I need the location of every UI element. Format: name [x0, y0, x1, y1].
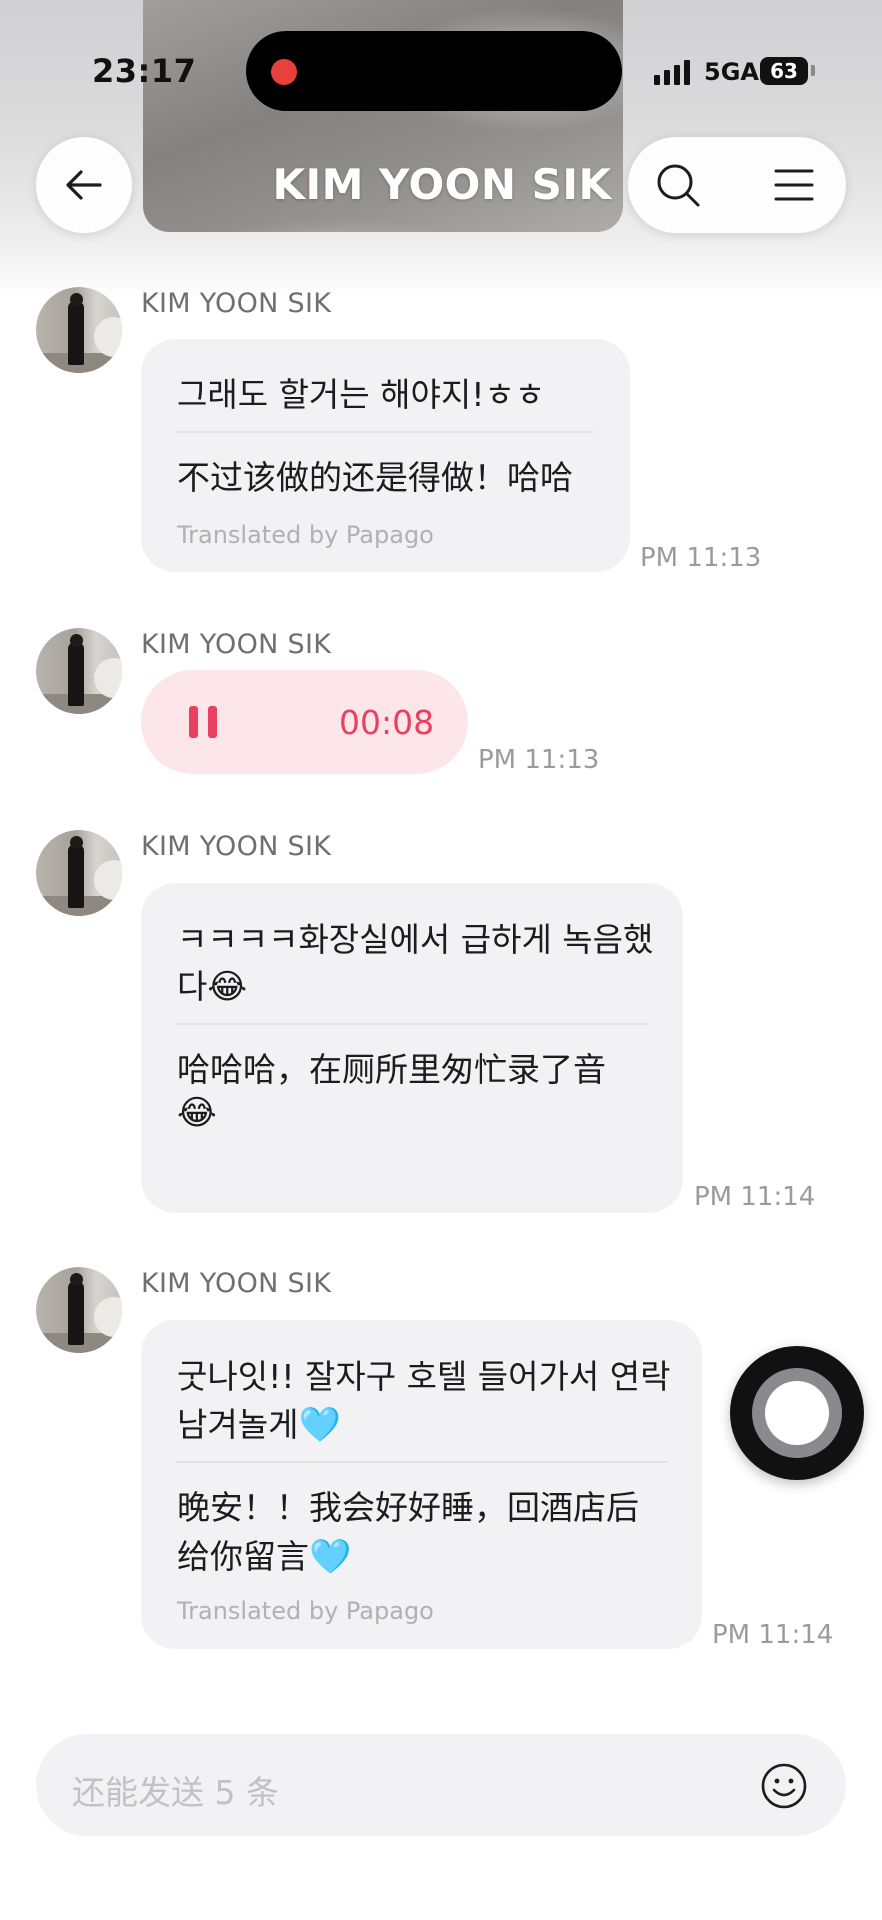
translation-credit: Translated by Papago [177, 1597, 434, 1625]
voice-message-bubble[interactable]: 00:08 [141, 670, 468, 774]
pause-icon[interactable] [189, 706, 219, 738]
original-text-line-2: 다😂 [177, 960, 247, 1008]
original-text-cont: 남겨놀게 [177, 1405, 299, 1444]
battery-icon: 63 [760, 57, 808, 85]
network-label: 5GA [704, 58, 759, 86]
sender-name: KIM YOON SIK [141, 629, 332, 660]
message-bubble[interactable]: 굿나잇!! 잘자구 호텔 들어가서 연락 남겨놀게🩵 晚安！！我会好好睡，回酒店… [141, 1320, 702, 1649]
voice-duration: 00:08 [339, 703, 435, 742]
avatar[interactable] [36, 1267, 122, 1353]
sender-name: KIM YOON SIK [141, 288, 332, 319]
translation-divider [177, 1023, 647, 1025]
signal-icon [654, 59, 690, 85]
search-icon[interactable] [654, 161, 702, 209]
translated-text-cont: 给你留言 [177, 1537, 309, 1576]
original-text: ㅋㅋㅋㅋ화장실에서 급하게 녹음했 [177, 920, 654, 959]
message-time: PM 11:13 [640, 543, 762, 573]
avatar[interactable] [36, 830, 122, 916]
avatar[interactable] [36, 628, 122, 714]
translated-text: 哈哈哈，在厕所里匆忙录了音 [177, 1050, 606, 1089]
menu-icon[interactable] [772, 163, 816, 207]
header-actions [628, 137, 846, 233]
original-text: 그래도 할거는 해야지!ㅎㅎ [177, 375, 546, 414]
record-dot-icon [271, 59, 297, 85]
avatar[interactable] [36, 287, 122, 373]
translated-text: 不过该做的还是得做！哈哈 [177, 458, 573, 497]
message-time: PM 11:14 [712, 1620, 834, 1650]
heart-emoji: 🩵 [298, 1405, 341, 1445]
message-input[interactable]: 还能发送 5 条 [36, 1734, 846, 1836]
original-text-cont: 다 [177, 967, 208, 1006]
laugh-emoji: 😂 [207, 967, 248, 1007]
original-text: 굿나잇!! 잘자구 호텔 들어가서 연락 [177, 1357, 671, 1396]
translated-text-line-2: 😂 [177, 1093, 217, 1132]
translation-divider [177, 1461, 668, 1463]
back-arrow-icon [66, 170, 102, 200]
input-placeholder: 还能发送 5 条 [72, 1773, 279, 1812]
translation-divider [177, 431, 594, 433]
dynamic-island [246, 31, 622, 111]
sender-name: KIM YOON SIK [141, 831, 332, 862]
translation-credit: Translated by Papago [177, 521, 434, 549]
battery-tip [811, 65, 815, 76]
laugh-emoji: 😂 [177, 1093, 217, 1133]
assistive-touch-button[interactable] [730, 1346, 864, 1480]
smiley-icon[interactable] [760, 1762, 808, 1810]
heart-emoji: 🩵 [309, 1537, 352, 1577]
message-bubble[interactable]: ㅋㅋㅋㅋ화장실에서 급하게 녹음했 다😂 哈哈哈，在厕所里匆忙录了音 😂 [141, 883, 683, 1213]
message-bubble[interactable]: 그래도 할거는 해야지!ㅎㅎ 不过该做的还是得做！哈哈 Translated b… [141, 339, 630, 572]
status-time: 23:17 [92, 52, 197, 90]
message-time: PM 11:13 [478, 745, 600, 775]
sender-name: KIM YOON SIK [141, 1268, 332, 1299]
translated-text-line-2: 给你留言🩵 [177, 1530, 351, 1578]
translated-text: 晚安！！我会好好睡，回酒店后 [177, 1488, 639, 1527]
back-button[interactable] [36, 137, 132, 233]
chat-title: KIM YOON SIK [272, 160, 612, 209]
original-text-line-2: 남겨놀게🩵 [177, 1398, 341, 1446]
message-time: PM 11:14 [694, 1182, 816, 1212]
